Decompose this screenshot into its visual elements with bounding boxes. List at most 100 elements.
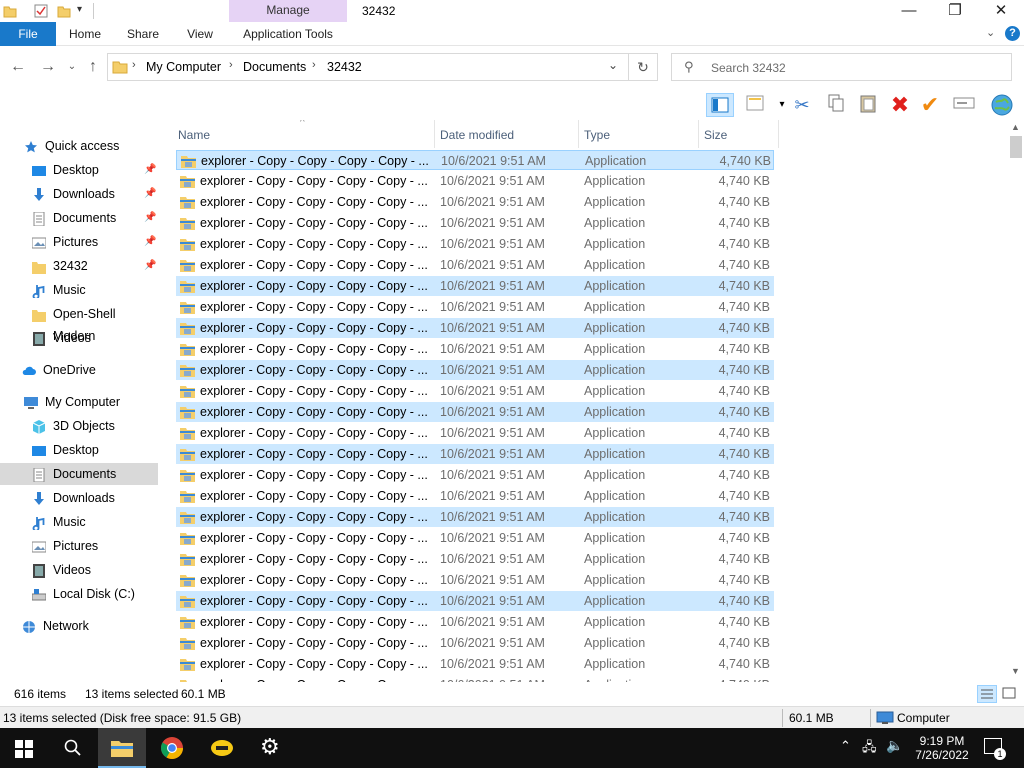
clock[interactable]: 9:19 PM 7/26/2022 [910,734,974,762]
file-row[interactable]: explorer - Copy - Copy - Copy - Copy - .… [176,570,774,590]
refresh-button[interactable]: ↻ [629,53,658,81]
file-row[interactable]: explorer - Copy - Copy - Copy - Copy - .… [176,171,774,191]
vertical-scrollbar[interactable]: ▲ ▼ [1008,120,1024,682]
pin-icon[interactable]: 📌 [144,231,156,253]
help-icon[interactable]: ? [1005,26,1020,41]
tab-home[interactable]: Home [60,22,110,46]
tray-expand-icon[interactable]: ⌃ [840,738,851,754]
nav-item-quick-access[interactable]: Quick access [0,135,158,157]
nav-item-open-shell-modern[interactable]: Open-Shell Modern [0,303,158,343]
back-button[interactable]: ← [8,56,28,78]
file-row[interactable]: explorer - Copy - Copy - Copy - Copy - .… [176,318,774,338]
file-row[interactable]: explorer - Copy - Copy - Copy - Copy - .… [176,633,774,653]
address-bar[interactable]: › My Computer › Documents › 32432 ⌄ [107,53,629,81]
file-row[interactable]: explorer - Copy - Copy - Copy - Copy - .… [176,150,774,170]
file-row[interactable]: explorer - Copy - Copy - Copy - Copy - .… [176,297,774,317]
search-button[interactable] [48,728,96,768]
select-check-icon[interactable]: ✔ [918,93,942,117]
nav-item-documents[interactable]: Documents 📌 [0,207,158,229]
tab-share[interactable]: Share [118,22,168,46]
breadcrumb-separator[interactable]: › [312,59,316,71]
nav-item-videos[interactable]: Videos [0,327,158,349]
file-row[interactable]: explorer - Copy - Copy - Copy - Copy - .… [176,402,774,422]
large-icons-view-button[interactable] [1000,685,1020,703]
breadcrumb-documents[interactable]: Documents [243,60,306,74]
file-row[interactable]: explorer - Copy - Copy - Copy - Copy - .… [176,486,774,506]
delete-icon[interactable]: ✖ [888,93,912,117]
nav-item-documents[interactable]: Documents [0,463,158,485]
breadcrumb-32432[interactable]: 32432 [327,60,362,74]
column-header-type[interactable]: Type [584,124,610,146]
scrollbar-thumb[interactable] [1010,136,1022,158]
qat-dropdown-icon[interactable]: ▾ [77,4,82,15]
file-row[interactable]: explorer - Copy - Copy - Copy - Copy - .… [176,255,774,275]
column-header-date-modified[interactable]: Date modified [440,124,514,146]
minimize-button[interactable]: — [886,0,932,22]
column-divider[interactable] [698,120,699,148]
properties-icon[interactable] [744,93,768,117]
taskbar-file-explorer[interactable] [98,728,146,768]
nav-item-network[interactable]: Network [0,615,158,637]
cut-icon[interactable]: ✂ [790,93,814,117]
column-divider[interactable] [778,120,779,148]
tab-file[interactable]: File [0,22,56,46]
tab-application-tools[interactable]: Application Tools [231,22,345,46]
pin-icon[interactable]: 📌 [144,207,156,229]
network-tray-icon[interactable]: 🖧 [862,738,877,760]
file-row[interactable]: explorer - Copy - Copy - Copy - Copy - .… [176,549,774,569]
copy-icon[interactable] [824,93,848,117]
properties-icon[interactable] [34,4,48,18]
ribbon-expand-icon[interactable]: ⌄ [986,26,995,39]
nav-item-32432[interactable]: 32432 📌 [0,255,158,277]
taskbar-chrome[interactable] [148,728,196,768]
nav-item-desktop[interactable]: Desktop [0,439,158,461]
file-row[interactable]: explorer - Copy - Copy - Copy - Copy - .… [176,612,774,632]
taskbar-app-yellow[interactable] [198,728,246,768]
nav-item-downloads[interactable]: Downloads 📌 [0,183,158,205]
file-row[interactable]: explorer - Copy - Copy - Copy - Copy - .… [176,528,774,548]
file-row[interactable]: explorer - Copy - Copy - Copy - Copy - .… [176,381,774,401]
recent-locations-button[interactable]: ⌄ [62,56,82,78]
file-row[interactable]: explorer - Copy - Copy - Copy - Copy - .… [176,360,774,380]
nav-item-my-computer[interactable]: My Computer [0,391,158,413]
nav-item-music[interactable]: Music [0,511,158,533]
search-box[interactable]: ⚲ Search 32432 [671,53,1012,81]
file-row[interactable]: explorer - Copy - Copy - Copy - Copy - .… [176,591,774,611]
pin-icon[interactable]: 📌 [144,183,156,205]
nav-item-downloads[interactable]: Downloads [0,487,158,509]
nav-item-music[interactable]: Music [0,279,158,301]
file-row[interactable]: explorer - Copy - Copy - Copy - Copy - .… [176,507,774,527]
nav-item-pictures[interactable]: Pictures [0,535,158,557]
file-row[interactable]: explorer - Copy - Copy - Copy - Copy - .… [176,423,774,443]
up-button[interactable]: ↑ [83,56,103,78]
nav-item-pictures[interactable]: Pictures 📌 [0,231,158,253]
paste-icon[interactable] [856,93,880,117]
nav-item-videos[interactable]: Videos [0,559,158,581]
nav-item-onedrive[interactable]: OneDrive [0,359,158,381]
details-view-button[interactable] [977,685,997,703]
column-divider[interactable] [434,120,435,148]
file-row[interactable]: explorer - Copy - Copy - Copy - Copy - .… [176,465,774,485]
column-header-size[interactable]: Size [704,124,727,146]
maximize-button[interactable]: ❐ [932,0,978,22]
breadcrumb-my-computer[interactable]: My Computer [146,60,221,74]
pin-icon[interactable]: 📌 [144,255,156,277]
file-row[interactable]: explorer - Copy - Copy - Copy - Copy - .… [176,234,774,254]
breadcrumb-separator[interactable]: › [132,59,136,71]
rename-icon[interactable] [952,93,976,117]
address-dropdown-icon[interactable]: ⌄ [608,58,618,72]
file-row[interactable]: explorer - Copy - Copy - Copy - Copy - .… [176,339,774,359]
forward-button[interactable]: → [38,56,58,78]
start-button[interactable] [0,728,48,768]
globe-icon[interactable] [990,93,1014,117]
close-button[interactable]: ✕ [978,0,1024,22]
pin-icon[interactable]: 📌 [144,159,156,181]
taskbar-settings[interactable]: ⚙ [246,728,294,768]
volume-icon[interactable]: 🔈 [886,737,903,754]
nav-item-desktop[interactable]: Desktop 📌 [0,159,158,181]
new-folder-icon[interactable] [57,4,71,18]
file-row[interactable]: explorer - Copy - Copy - Copy - Copy - .… [176,192,774,212]
scroll-down-icon[interactable]: ▼ [1011,666,1020,676]
breadcrumb-separator[interactable]: › [229,59,233,71]
tab-view[interactable]: View [176,22,224,46]
